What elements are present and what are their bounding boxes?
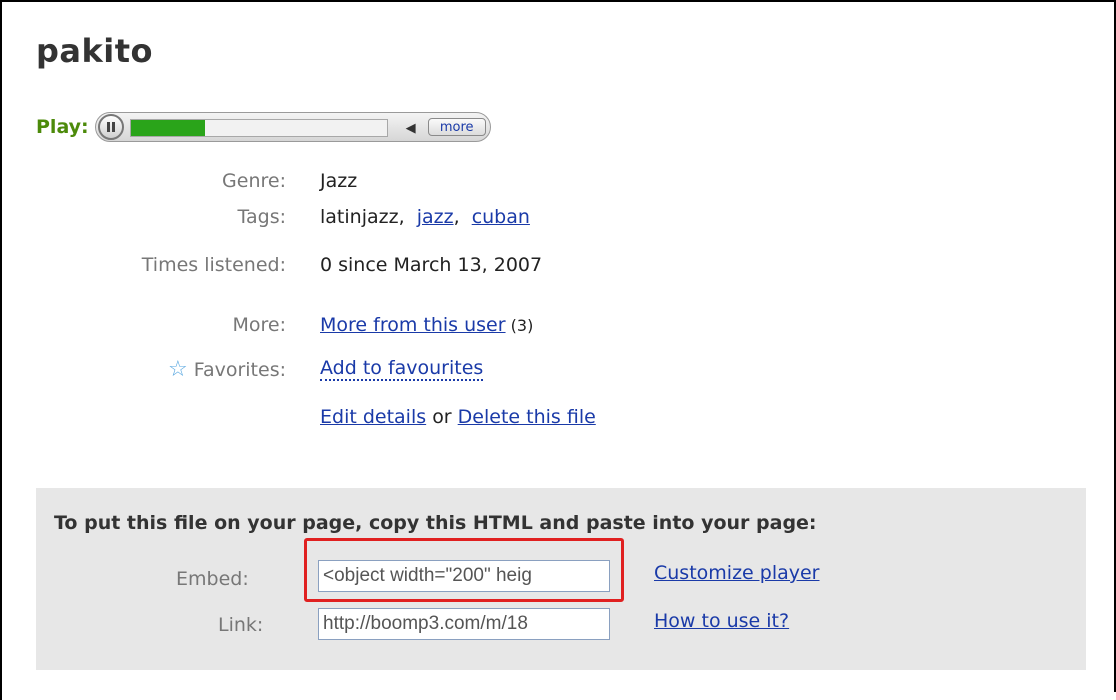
link-label: Link: [218,614,264,636]
genre-label: Genre: [222,170,286,192]
more-label-row: More: [60,310,286,340]
pause-icon [106,122,115,132]
favorites-label-wrap: ☆ Favorites: [168,357,286,382]
add-to-favourites-link[interactable]: Add to favourites [320,357,484,381]
tag-cuban-link[interactable]: cuban [472,206,530,228]
player-row: Play: ◀ more [36,110,491,144]
more-count: (3) [510,315,534,335]
edit-details-link[interactable]: Edit details [320,406,426,428]
embed-heading: To put this file on your page, copy this… [54,512,817,534]
favorites-value-row: Add to favourites [320,354,484,384]
tag-jazz-link[interactable]: jazz [417,206,454,228]
or-text: or [432,406,452,428]
times-listened-label: Times listened: [141,254,286,276]
pause-button[interactable] [97,114,124,140]
play-label: Play: [36,116,89,138]
embed-label: Embed: [176,568,249,590]
progress-track[interactable] [129,119,388,137]
edit-delete-row: Edit details or Delete this file [320,402,596,432]
tags-label-row: Tags: [60,202,286,232]
star-icon[interactable]: ☆ [168,357,188,382]
genre-label-row: Genre: [60,166,286,196]
favorites-label-row: ☆ Favorites: [60,354,286,384]
genre-value: Jazz [320,170,358,192]
more-from-user-link[interactable]: More from this user [320,314,506,336]
genre-value-row: Jazz [320,166,357,196]
link-url-input[interactable] [318,608,610,640]
times-listened-value: 0 since March 13, 2007 [320,254,543,276]
progress-fill [130,120,205,136]
tag-latinjazz: latinjazz [320,206,399,228]
times-value-row: 0 since March 13, 2007 [320,250,542,280]
tags-list: latinjazz, jazz, cuban [320,206,530,228]
tags-label: Tags: [237,206,286,228]
more-label: More: [232,314,286,336]
how-to-use-link[interactable]: How to use it? [654,610,789,632]
highlight-annotation [304,538,624,602]
track-title: pakito [36,32,154,70]
customize-player-link[interactable]: Customize player [654,562,820,584]
volume-icon[interactable]: ◀ [402,119,420,137]
more-button[interactable]: more [427,118,486,136]
more-value-row: More from this user (3) [320,310,533,340]
times-label-row: Times listened: [60,250,286,280]
favorites-label: Favorites: [193,358,286,381]
audio-player: ◀ more [94,112,491,142]
delete-file-link[interactable]: Delete this file [458,406,596,428]
